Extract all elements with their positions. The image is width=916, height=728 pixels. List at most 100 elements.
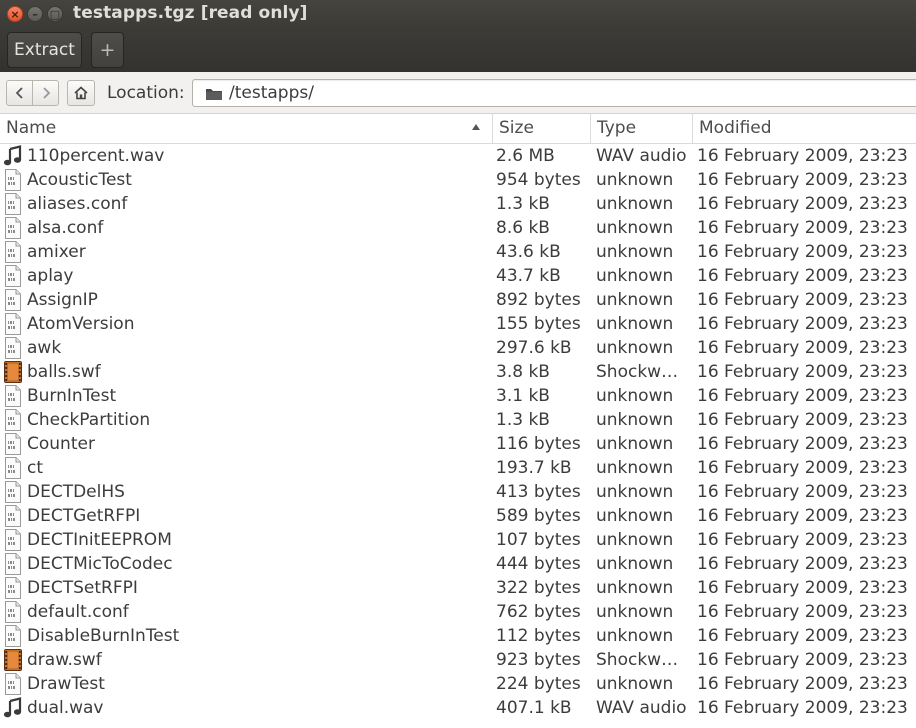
binary-file-icon	[3, 385, 23, 407]
location-bar: Location: /testapps/	[0, 72, 916, 114]
file-modified: 16 February 2009, 23:23	[697, 554, 908, 574]
file-row[interactable]: DECTGetRFPI 589 bytes unknown 16 February 2…	[0, 504, 916, 528]
file-type: unknown	[596, 386, 674, 406]
add-files-button[interactable]: +	[91, 32, 124, 68]
column-type-header[interactable]: Type	[590, 114, 692, 144]
file-row[interactable]: ct 193.7 kB unknown 16 February 2009, 23:23	[0, 456, 916, 480]
file-size: 193.7 kB	[496, 458, 572, 478]
file-type: unknown	[596, 242, 674, 262]
file-modified: 16 February 2009, 23:23	[697, 266, 908, 286]
column-modified-header[interactable]: Modified	[692, 114, 916, 144]
file-name: dual.wav	[27, 698, 104, 718]
file-size: 1.3 kB	[496, 194, 550, 214]
file-modified: 16 February 2009, 23:23	[697, 530, 908, 550]
forward-button[interactable]	[32, 81, 58, 105]
file-name: DECTDelHS	[27, 482, 125, 502]
column-size-header[interactable]: Size	[492, 114, 590, 144]
file-row[interactable]: DECTMicToCodec 444 bytes unknown 16 Februar…	[0, 552, 916, 576]
folder-icon	[206, 89, 222, 100]
file-type: unknown	[596, 482, 674, 502]
column-name-header[interactable]: Name	[0, 114, 492, 144]
file-size: 322 bytes	[496, 578, 581, 598]
file-modified: 16 February 2009, 23:23	[697, 362, 908, 382]
file-row[interactable]: AtomVersion 155 bytes unknown 16 February 2…	[0, 312, 916, 336]
file-row[interactable]: BurnInTest 3.1 kB unknown 16 February 2009,…	[0, 384, 916, 408]
file-type: unknown	[596, 266, 674, 286]
file-size: 954 bytes	[496, 170, 581, 190]
file-row[interactable]: awk 297.6 kB unknown 16 February 2009, 23:2…	[0, 336, 916, 360]
file-name: DECTGetRFPI	[27, 506, 141, 526]
binary-file-icon	[3, 553, 23, 575]
binary-file-icon	[3, 625, 23, 647]
file-modified: 16 February 2009, 23:23	[697, 290, 908, 310]
maximize-window-button[interactable]: □	[47, 6, 63, 22]
file-modified: 16 February 2009, 23:23	[697, 674, 908, 694]
close-window-button[interactable]: ×	[7, 6, 23, 22]
file-row[interactable]: dual.wav 407.1 kB WAV audio 16 February 200…	[0, 696, 916, 720]
file-modified: 16 February 2009, 23:23	[697, 386, 908, 406]
film-strip-icon	[3, 361, 23, 383]
file-type: Shockwa…	[596, 650, 688, 670]
file-row[interactable]: DisableBurnInTest 112 bytes unknown 16 Febr…	[0, 624, 916, 648]
file-modified: 16 February 2009, 23:23	[697, 626, 908, 646]
file-type: unknown	[596, 338, 674, 358]
file-name: AcousticTest	[27, 170, 132, 190]
binary-file-icon	[3, 193, 23, 215]
file-size: 3.1 kB	[496, 386, 550, 406]
file-type: unknown	[596, 290, 674, 310]
file-modified: 16 February 2009, 23:23	[697, 482, 908, 502]
file-type: unknown	[596, 410, 674, 430]
binary-file-icon	[3, 481, 23, 503]
file-row[interactable]: AssignIP 892 bytes unknown 16 February 2009…	[0, 288, 916, 312]
binary-file-icon	[3, 433, 23, 455]
file-modified: 16 February 2009, 23:23	[697, 602, 908, 622]
location-field[interactable]: /testapps/	[192, 79, 916, 107]
file-list[interactable]: 110percent.wav 2.6 MB WAV audio 16 February…	[0, 144, 916, 728]
file-name: CheckPartition	[27, 410, 151, 430]
file-name: BurnInTest	[27, 386, 117, 406]
file-name: default.conf	[27, 602, 129, 622]
file-modified: 16 February 2009, 23:23	[697, 314, 908, 334]
file-row[interactable]: CheckPartition 1.3 kB unknown 16 February 2…	[0, 408, 916, 432]
file-row[interactable]: alsa.conf 8.6 kB unknown 16 February 2009, …	[0, 216, 916, 240]
file-size: 155 bytes	[496, 314, 581, 334]
file-row[interactable]: DECTDelHS 413 bytes unknown 16 February 200…	[0, 480, 916, 504]
file-row[interactable]: draw.swf 923 bytes Shockwa… 16 February 200…	[0, 648, 916, 672]
binary-file-icon	[3, 337, 23, 359]
minimize-window-button[interactable]: –	[27, 6, 43, 22]
column-size-label: Size	[499, 118, 534, 138]
home-icon	[74, 86, 88, 100]
binary-file-icon	[3, 529, 23, 551]
file-row[interactable]: amixer 43.6 kB unknown 16 February 2009, 23…	[0, 240, 916, 264]
music-note-icon	[3, 697, 23, 719]
file-row[interactable]: DECTSetRFPI 322 bytes unknown 16 February 2…	[0, 576, 916, 600]
column-type-label: Type	[597, 118, 637, 138]
file-type: unknown	[596, 170, 674, 190]
file-modified: 16 February 2009, 23:23	[697, 218, 908, 238]
file-name: AtomVersion	[27, 314, 135, 334]
file-row[interactable]: 110percent.wav 2.6 MB WAV audio 16 February…	[0, 144, 916, 168]
file-modified: 16 February 2009, 23:23	[697, 506, 908, 526]
file-type: unknown	[596, 434, 674, 454]
file-name: ct	[27, 458, 44, 478]
binary-file-icon	[3, 505, 23, 527]
home-button[interactable]	[67, 80, 95, 106]
file-row[interactable]: Counter 116 bytes unknown 16 February 2009,…	[0, 432, 916, 456]
file-size: 3.8 kB	[496, 362, 550, 382]
file-row[interactable]: DECTInitEEPROM 107 bytes unknown 16 Februar…	[0, 528, 916, 552]
file-row[interactable]: AcousticTest 954 bytes unknown 16 February …	[0, 168, 916, 192]
file-row[interactable]: aliases.conf 1.3 kB unknown 16 February 200…	[0, 192, 916, 216]
window-title: testapps.tgz [read only]	[73, 3, 308, 23]
file-row[interactable]: default.conf 762 bytes unknown 16 February …	[0, 600, 916, 624]
file-modified: 16 February 2009, 23:23	[697, 410, 908, 430]
extract-button[interactable]: Extract	[7, 32, 82, 68]
file-size: 413 bytes	[496, 482, 581, 502]
file-name: DECTSetRFPI	[27, 578, 138, 598]
file-type: unknown	[596, 554, 674, 574]
back-button[interactable]	[7, 81, 32, 105]
file-row[interactable]: balls.swf 3.8 kB Shockwa… 16 February 2009,…	[0, 360, 916, 384]
file-row[interactable]: DrawTest 224 bytes unknown 16 February 2009…	[0, 672, 916, 696]
file-row[interactable]: aplay 43.7 kB unknown 16 February 2009, 23:…	[0, 264, 916, 288]
location-path: /testapps/	[229, 83, 314, 103]
file-name: balls.swf	[27, 362, 101, 382]
